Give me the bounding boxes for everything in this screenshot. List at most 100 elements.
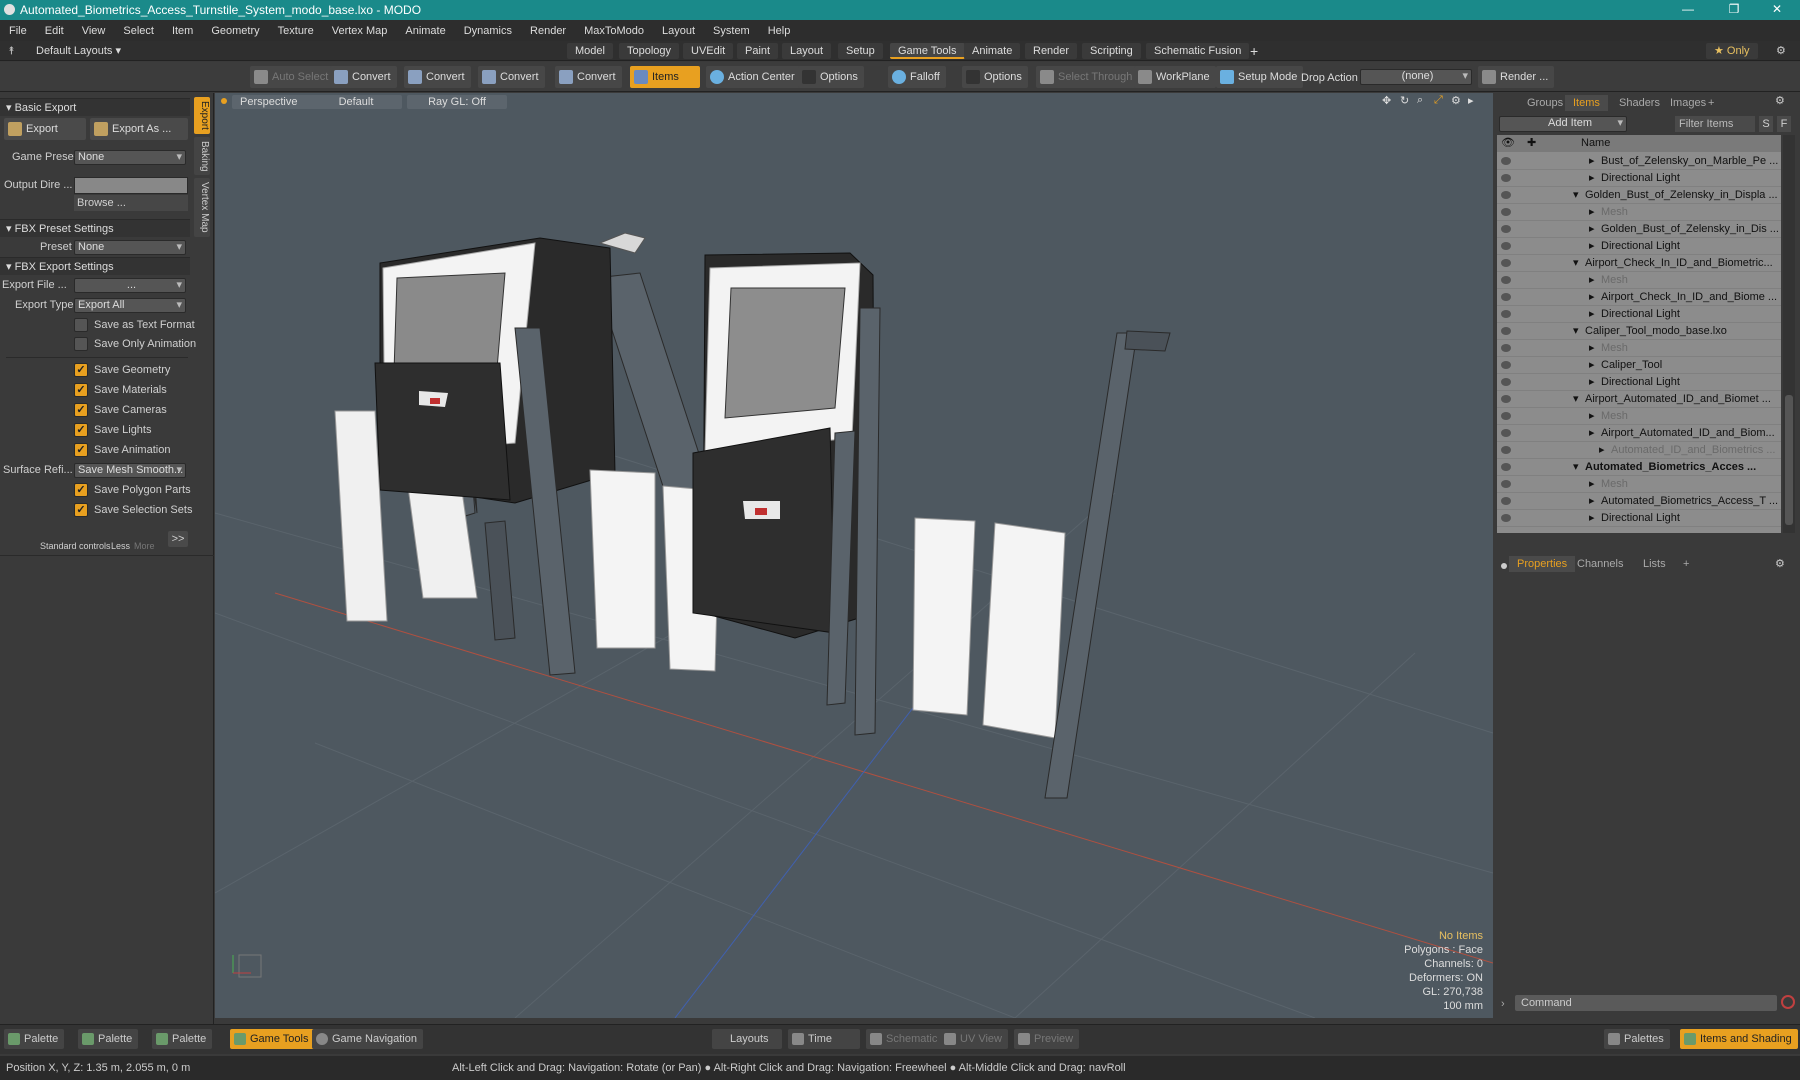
game-tools-button[interactable]: Game Tools: [230, 1029, 315, 1049]
tab-properties[interactable]: Properties: [1509, 556, 1576, 572]
eye-icon[interactable]: [1501, 174, 1511, 182]
palette-button-2[interactable]: Palette: [78, 1029, 139, 1049]
preview-button[interactable]: Preview: [1014, 1029, 1080, 1049]
list-item[interactable]: ▸ Mesh: [1497, 340, 1781, 357]
section-fbx-preset[interactable]: ▾ FBX Preset Settings: [0, 219, 190, 237]
add-layout-icon[interactable]: +: [1250, 43, 1258, 59]
convert-button-3[interactable]: Convert: [478, 66, 545, 88]
item-type-icon[interactable]: ▸: [1589, 374, 1595, 391]
eye-icon[interactable]: [1501, 395, 1511, 403]
item-type-icon[interactable]: ▸: [1589, 272, 1595, 289]
add-tab-icon[interactable]: +: [1675, 556, 1697, 572]
eye-icon[interactable]: [1501, 514, 1511, 522]
eye-icon[interactable]: [1501, 242, 1511, 250]
properties-pin-icon[interactable]: [1501, 563, 1507, 569]
item-type-icon[interactable]: ▸: [1589, 408, 1595, 425]
tab-baking[interactable]: Baking: [194, 136, 210, 176]
preset-dropdown[interactable]: None: [74, 240, 186, 255]
tab-animate[interactable]: Animate: [964, 43, 1021, 59]
export-type-dropdown[interactable]: Export All: [74, 298, 186, 313]
game-navigation-button[interactable]: Game Navigation: [312, 1029, 423, 1049]
menu-select[interactable]: Select: [114, 25, 163, 37]
list-item[interactable]: ▸ Directional Light: [1497, 374, 1781, 391]
only-toggle[interactable]: ★ Only: [1706, 43, 1758, 59]
expand-icon[interactable]: ▾: [1573, 391, 1579, 408]
export-button[interactable]: Export: [4, 118, 86, 140]
menu-item[interactable]: Item: [163, 25, 202, 37]
tab-model[interactable]: Model: [567, 43, 613, 59]
falloff-button[interactable]: Falloff: [888, 66, 946, 88]
list-item[interactable]: ▸ Mesh: [1497, 204, 1781, 221]
eye-icon[interactable]: [1501, 259, 1511, 267]
items-panel-gear-icon[interactable]: ⚙: [1775, 94, 1785, 107]
eye-icon[interactable]: [1501, 293, 1511, 301]
list-item[interactable]: ▸ Mesh: [1497, 408, 1781, 425]
item-type-icon[interactable]: ▸: [1589, 425, 1595, 442]
tab-export[interactable]: Export: [194, 97, 210, 134]
list-item[interactable]: ▾ Golden_Bust_of_Zelensky_in_Displa ...: [1497, 187, 1781, 204]
eye-icon[interactable]: [1501, 378, 1511, 386]
command-input[interactable]: Command: [1515, 995, 1777, 1011]
menu-render[interactable]: Render: [521, 25, 575, 37]
palettes-button[interactable]: Palettes: [1604, 1029, 1670, 1049]
save-geometry-checkbox[interactable]: ✓: [74, 363, 88, 377]
more-link[interactable]: More: [134, 541, 155, 551]
tab-setup[interactable]: Setup: [838, 43, 883, 59]
item-type-icon[interactable]: ▸: [1589, 476, 1595, 493]
eye-icon[interactable]: [1501, 157, 1511, 165]
expand-icon[interactable]: ▾: [1573, 459, 1579, 476]
options-button-1[interactable]: Options: [798, 66, 864, 88]
item-type-icon[interactable]: ▸: [1589, 153, 1595, 170]
eye-icon[interactable]: [1501, 361, 1511, 369]
eye-icon[interactable]: [1501, 429, 1511, 437]
tab-topology[interactable]: Topology: [619, 43, 680, 59]
eye-icon[interactable]: [1501, 463, 1511, 471]
tab-shaders[interactable]: Shaders: [1611, 95, 1668, 111]
item-type-icon[interactable]: ▸: [1589, 306, 1595, 323]
list-item[interactable]: ▸ Mesh: [1497, 476, 1781, 493]
list-item[interactable]: ▸ Golden_Bust_of_Zelensky_in_Dis ...: [1497, 221, 1781, 238]
item-type-icon[interactable]: ▸: [1589, 510, 1595, 527]
f-button[interactable]: F: [1777, 116, 1791, 132]
close-icon[interactable]: ✕: [1754, 0, 1800, 20]
output-dir-field[interactable]: [74, 177, 188, 194]
item-type-icon[interactable]: ▸: [1589, 204, 1595, 221]
auto-select-button[interactable]: Auto Select: [250, 66, 335, 88]
eye-icon[interactable]: [1501, 480, 1511, 488]
layouts-button[interactable]: Layouts: [712, 1029, 782, 1049]
add-tab-icon[interactable]: +: [1700, 95, 1722, 111]
list-item[interactable]: ▸ Automated_ID_and_Biometrics ...: [1497, 442, 1781, 459]
save-lights-checkbox[interactable]: ✓: [74, 423, 88, 437]
item-type-icon[interactable]: ▸: [1589, 493, 1595, 510]
list-item[interactable]: ▾ Airport_Check_In_ID_and_Biometric...: [1497, 255, 1781, 272]
list-item[interactable]: ▸ Mesh: [1497, 272, 1781, 289]
menu-animate[interactable]: Animate: [396, 25, 454, 37]
palette-button-1[interactable]: Palette: [4, 1029, 65, 1049]
tab-paint[interactable]: Paint: [737, 43, 779, 59]
menu-view[interactable]: View: [73, 25, 115, 37]
item-type-icon[interactable]: ▸: [1589, 170, 1595, 187]
surface-refine-dropdown[interactable]: Save Mesh Smooth...: [74, 463, 186, 478]
tab-game-tools[interactable]: Game Tools: [890, 43, 965, 59]
uv-view-button[interactable]: UV View: [940, 1029, 1008, 1049]
render-button[interactable]: Render ...: [1478, 66, 1555, 88]
save-selection-sets-checkbox[interactable]: ✓: [74, 503, 88, 517]
items-mode-button[interactable]: Items: [630, 66, 700, 88]
items-scrollbar[interactable]: [1783, 135, 1795, 533]
tab-channels[interactable]: Channels: [1569, 556, 1631, 572]
section-fbx-export[interactable]: ▾ FBX Export Settings: [0, 257, 190, 275]
convert-button-4[interactable]: Convert: [555, 66, 622, 88]
schematic-button[interactable]: Schematic: [866, 1029, 944, 1049]
layout-pin-icon[interactable]: ⯭: [8, 45, 15, 58]
browse-button[interactable]: Browse ...: [74, 195, 188, 211]
export-file-dropdown[interactable]: ...: [74, 278, 186, 293]
menu-file[interactable]: File: [0, 25, 36, 37]
item-type-icon[interactable]: ▸: [1589, 357, 1595, 374]
minimize-icon[interactable]: —: [1665, 0, 1711, 20]
more-button[interactable]: >>: [168, 531, 188, 547]
save-animation-checkbox[interactable]: ✓: [74, 443, 88, 457]
export-as-button[interactable]: Export As ...: [90, 118, 188, 140]
save-cameras-checkbox[interactable]: ✓: [74, 403, 88, 417]
workplane-button[interactable]: WorkPlane: [1134, 66, 1216, 88]
eye-icon[interactable]: [1501, 276, 1511, 284]
